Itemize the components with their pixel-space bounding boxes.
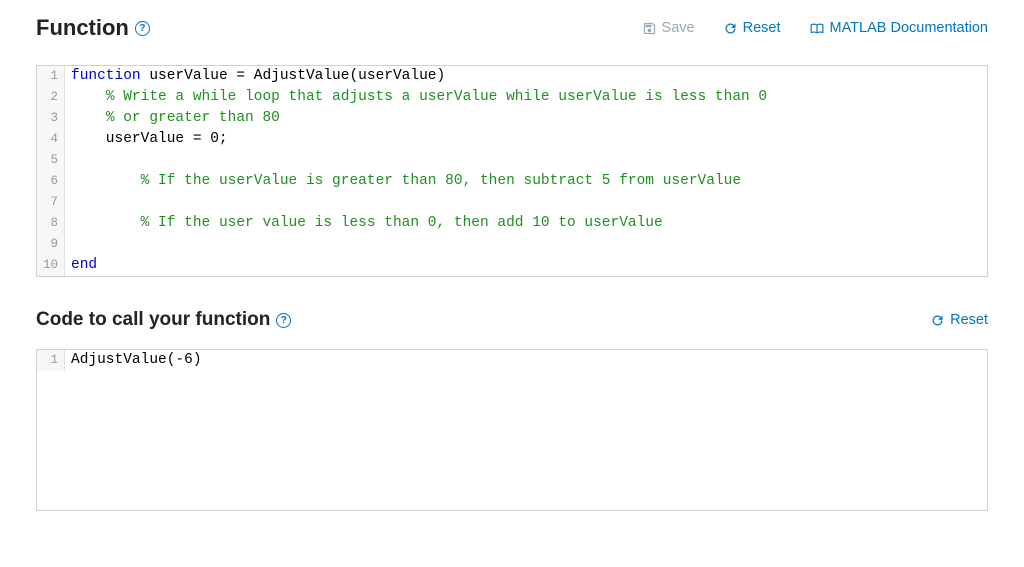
call-section-title: Code to call your function (36, 309, 270, 331)
line-number: 1 (37, 350, 65, 371)
function-editor[interactable]: 1function userValue = AdjustValue(userVa… (36, 65, 988, 277)
reset-label-2: Reset (950, 312, 988, 328)
code-line[interactable] (65, 192, 987, 213)
save-icon (642, 21, 657, 36)
line-number: 1 (37, 66, 65, 87)
code-row: 5 (37, 150, 987, 171)
section-title: Function (36, 15, 129, 41)
code-row: 3 % or greater than 80 (37, 108, 987, 129)
code-line[interactable]: function userValue = AdjustValue(userVal… (65, 66, 987, 87)
code-row: 1function userValue = AdjustValue(userVa… (37, 66, 987, 87)
save-label: Save (662, 20, 695, 36)
call-editor[interactable]: 1AdjustValue(-6) (36, 349, 988, 511)
line-number: 8 (37, 213, 65, 234)
line-number: 10 (37, 255, 65, 276)
function-header: Function ? Save Reset MATLAB Documentati… (36, 15, 988, 41)
docs-button[interactable]: MATLAB Documentation (809, 20, 989, 36)
reset-icon (930, 313, 945, 328)
code-line[interactable] (65, 150, 987, 171)
reset-icon (723, 21, 738, 36)
code-line[interactable]: end (65, 255, 987, 276)
reset-button-2[interactable]: Reset (930, 312, 988, 328)
code-row: 10end (37, 255, 987, 276)
code-line[interactable]: AdjustValue(-6) (65, 350, 987, 371)
code-row: 8 % If the user value is less than 0, th… (37, 213, 987, 234)
line-number: 6 (37, 171, 65, 192)
code-row: 4 userValue = 0; (37, 129, 987, 150)
code-row: 9 (37, 234, 987, 255)
line-number: 4 (37, 129, 65, 150)
call-section-header: Code to call your function ? Reset (36, 309, 988, 331)
code-row: 6 % If the userValue is greater than 80,… (37, 171, 987, 192)
line-number: 2 (37, 87, 65, 108)
help-icon[interactable]: ? (276, 313, 291, 328)
call-title-group: Code to call your function ? (36, 309, 291, 331)
toolbar: Save Reset MATLAB Documentation (642, 20, 988, 36)
line-number: 7 (37, 192, 65, 213)
code-row: 7 (37, 192, 987, 213)
reset-button[interactable]: Reset (723, 20, 781, 36)
reset-label: Reset (743, 20, 781, 36)
save-button[interactable]: Save (642, 20, 695, 36)
code-line[interactable]: % If the userValue is greater than 80, t… (65, 171, 987, 192)
code-row: 2 % Write a while loop that adjusts a us… (37, 87, 987, 108)
code-row: 1AdjustValue(-6) (37, 350, 987, 371)
code-line[interactable]: % or greater than 80 (65, 108, 987, 129)
book-icon (809, 21, 825, 35)
title-group: Function ? (36, 15, 150, 41)
line-number: 3 (37, 108, 65, 129)
docs-label: MATLAB Documentation (830, 20, 989, 36)
help-icon[interactable]: ? (135, 21, 150, 36)
line-number: 9 (37, 234, 65, 255)
code-line[interactable]: % If the user value is less than 0, then… (65, 213, 987, 234)
code-line[interactable]: userValue = 0; (65, 129, 987, 150)
code-line[interactable]: % Write a while loop that adjusts a user… (65, 87, 987, 108)
line-number: 5 (37, 150, 65, 171)
code-line[interactable] (65, 234, 987, 255)
